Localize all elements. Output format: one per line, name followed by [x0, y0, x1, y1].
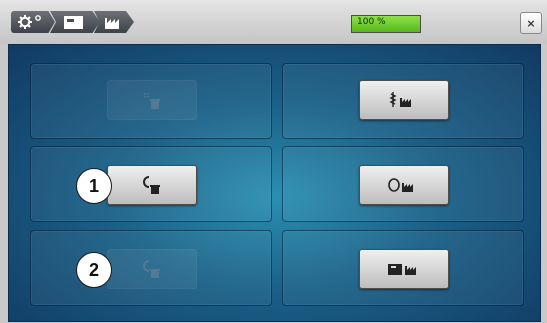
progress-bar: 100 %: [351, 15, 421, 33]
thread-circle-factory-icon: [388, 178, 413, 192]
thread-cut-bobbin-button[interactable]: [107, 80, 197, 120]
breadcrumb-embroidery-module[interactable]: [50, 11, 100, 33]
thread-spool-bobbin-icon: [143, 176, 160, 194]
thread-loop-bobbin-button[interactable]: [107, 249, 197, 289]
cell-left-2: 1: [30, 146, 272, 222]
thread-stitch-factory-icon: [389, 92, 411, 107]
thread-loop-bobbin-icon: [143, 260, 160, 278]
embroidery-module-icon: [64, 16, 83, 29]
cell-right-2: [282, 146, 524, 222]
embroidery-module-factory-icon: [388, 264, 416, 275]
main-panel: 1 2: [8, 44, 541, 322]
cell-right-3: [282, 230, 524, 306]
embroidery-module-factory-button[interactable]: [359, 249, 449, 289]
breadcrumb-setup[interactable]: [11, 11, 55, 33]
gear-icon: [18, 15, 41, 29]
callout-2: 2: [76, 252, 112, 288]
thread-circle-factory-button[interactable]: [359, 165, 449, 205]
progress-label: 100 %: [357, 17, 386, 27]
app-window: 100 % × 1 2: [0, 0, 547, 323]
callout-1: 1: [76, 168, 112, 204]
cell-right-1: [282, 63, 524, 139]
breadcrumb-factory[interactable]: [94, 11, 134, 33]
thread-cut-bobbin-icon: [144, 93, 160, 109]
thread-stitch-factory-button[interactable]: [359, 80, 449, 120]
factory-icon: [105, 18, 119, 29]
cell-left-1: [30, 63, 272, 139]
thread-spool-bobbin-button[interactable]: [107, 165, 197, 205]
close-icon: ×: [526, 16, 536, 30]
cell-left-3: 2: [30, 230, 272, 306]
close-button[interactable]: ×: [520, 12, 542, 34]
top-bar: 100 % ×: [0, 0, 547, 44]
